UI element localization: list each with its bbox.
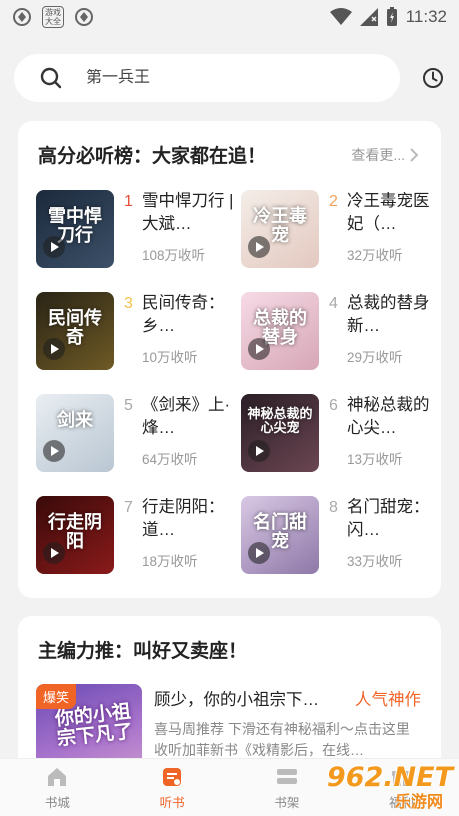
rank-number: 7 [124, 499, 133, 516]
listen-count: 29万收听 [347, 350, 403, 365]
book-name: 行走阴阳：道… [142, 498, 225, 539]
search-icon [40, 67, 62, 89]
listen-count: 10万收听 [142, 350, 198, 365]
watermark-logo: 962.NET 乐游网 [325, 760, 453, 812]
featured-tag: 人气神作 [355, 691, 421, 709]
bookshelf-icon [276, 769, 297, 784]
book-cover[interactable]: 冷王毒宠 [241, 190, 319, 268]
book-name: 神秘总裁的心尖… [347, 396, 430, 437]
ranking-item[interactable]: 雪中悍刀行 1 雪中悍刀行 | 大斌… 108万收听 [36, 190, 241, 268]
book-cover-title: 神秘总裁的心尖宠 [247, 407, 313, 436]
ranking-item[interactable]: 冷王毒宠 2 冷王毒宠医妃（… 32万收听 [241, 190, 436, 268]
app-notification-icon-2 [75, 8, 93, 26]
featured-cover-title: 你的小祖宗下凡了 [53, 700, 134, 751]
book-name: 冷王毒宠医妃（… [347, 192, 430, 233]
rank-number: 4 [329, 295, 338, 312]
featured-book-name: 顾少，你的小祖宗下… [154, 691, 319, 709]
book-cover[interactable]: 行走阴阳 [36, 496, 114, 574]
clock-icon [423, 68, 443, 88]
history-button[interactable] [420, 65, 446, 91]
watermark-sub: 乐游网 [394, 794, 443, 811]
rank-number: 8 [329, 499, 338, 516]
rank-number: 2 [329, 193, 338, 210]
book-cover[interactable]: 神秘总裁的心尖宠 [241, 394, 319, 472]
tab-bookstore[interactable]: 书城 [0, 759, 115, 816]
ranking-item[interactable]: 民间传奇 3 民间传奇：乡… 10万收听 [36, 292, 241, 370]
game-center-notification-icon: 游戏大全 [42, 6, 64, 28]
home-icon [48, 768, 67, 786]
ranking-grid: 雪中悍刀行 1 雪中悍刀行 | 大斌… 108万收听 冷王毒宠 2 冷王毒宠医妃（… 32万收… [36, 190, 436, 574]
book-name: 总裁的替身新… [347, 294, 430, 335]
book-name: 名门甜宠：闪… [347, 498, 430, 539]
rank-number: 6 [329, 397, 338, 414]
play-icon[interactable] [248, 236, 270, 258]
play-icon[interactable] [43, 338, 65, 360]
play-icon[interactable] [43, 542, 65, 564]
ranking-item[interactable]: 剑来 5 《剑来》上·烽… 64万收听 [36, 394, 241, 472]
play-icon[interactable] [43, 440, 65, 462]
play-icon[interactable] [248, 338, 270, 360]
app-notification-icon [13, 8, 31, 26]
book-cover-title: 剑来 [57, 410, 93, 431]
tab-label: 书架 [274, 796, 300, 810]
listen-icon [163, 768, 182, 786]
rank-number: 3 [124, 295, 133, 312]
featured-title: 主编力推：叫好又卖座！ [38, 641, 248, 662]
ranking-item[interactable]: 神秘总裁的心尖宠 6 神秘总裁的心尖… 13万收听 [241, 394, 436, 472]
search-row [14, 54, 446, 102]
chevron-right-icon [410, 147, 419, 162]
book-cover[interactable]: 总裁的替身 [241, 292, 319, 370]
tab-label: 书城 [44, 796, 70, 810]
battery-icon [386, 7, 397, 26]
listen-count: 13万收听 [347, 452, 403, 467]
tab-label: 听书 [159, 796, 185, 810]
play-icon[interactable] [43, 236, 65, 258]
see-more-link[interactable]: 查看更... [351, 145, 419, 165]
play-icon[interactable] [248, 542, 270, 564]
listen-count: 32万收听 [347, 248, 403, 263]
see-more-label: 查看更... [351, 146, 405, 163]
book-cover[interactable]: 雪中悍刀行 [36, 190, 114, 268]
book-name: 雪中悍刀行 | 大斌… [142, 192, 234, 233]
wifi-icon [329, 8, 352, 25]
book-name: 民间传奇：乡… [142, 294, 225, 335]
book-cover[interactable]: 名门甜宠 [241, 496, 319, 574]
book-name: 《剑来》上·烽… [142, 396, 230, 437]
rank-number: 1 [124, 193, 133, 210]
tab-listen[interactable]: 听书 [115, 759, 230, 816]
signal-icon [359, 8, 378, 26]
rank-number: 5 [124, 397, 133, 414]
featured-badge: 爆笑 [36, 684, 77, 709]
status-time: 11:32 [405, 7, 447, 26]
listen-count: 108万收听 [142, 248, 206, 263]
ranking-item[interactable]: 行走阴阳 7 行走阴阳：道… 18万收听 [36, 496, 241, 574]
ranking-item[interactable]: 总裁的替身 4 总裁的替身新… 29万收听 [241, 292, 436, 370]
book-cover[interactable]: 民间传奇 [36, 292, 114, 370]
ranking-item[interactable]: 名门甜宠 8 名门甜宠：闪… 33万收听 [241, 496, 436, 574]
status-bar: 游戏大全 11:32 [0, 0, 459, 34]
book-cover[interactable]: 剑来 [36, 394, 114, 472]
search-input[interactable] [86, 69, 346, 87]
featured-description: 喜马周推荐 下滑还有神秘福利～点击这里收听加菲新书《戏精影后，在线… [154, 721, 410, 758]
listen-count: 64万收听 [142, 452, 198, 467]
listen-count: 33万收听 [347, 554, 403, 569]
play-icon[interactable] [248, 440, 270, 462]
ranking-title: 高分必听榜：大家都在追！ [38, 146, 267, 167]
listen-count: 18万收听 [142, 554, 198, 569]
ranking-card: 高分必听榜：大家都在追！ 查看更... 雪中悍刀行 1 雪中悍刀行 | 大斌… 108… [18, 121, 441, 598]
search-box[interactable] [14, 54, 400, 102]
